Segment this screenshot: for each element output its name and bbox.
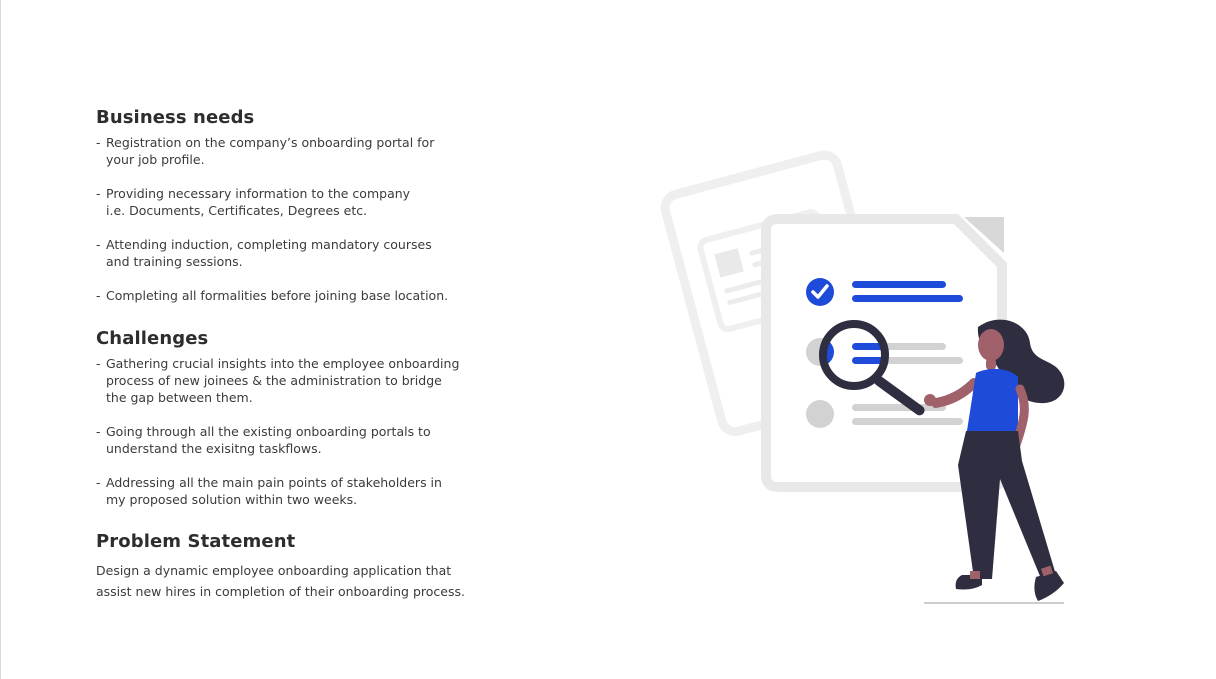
business-needs-item: Registration on the company’s onboarding…	[96, 134, 516, 168]
business-needs-section: Business needs Registration on the compa…	[96, 106, 516, 304]
legs	[958, 431, 1056, 581]
shoe-right	[1034, 571, 1064, 601]
challenges-section: Challenges Gathering crucial insights in…	[96, 327, 516, 508]
left-border-line	[0, 0, 1, 679]
problem-statement-title: Problem Statement	[96, 531, 296, 552]
challenges-item: Going through all the existing onboardin…	[96, 423, 516, 457]
head	[978, 329, 1004, 361]
problem-statement-text: Design a dynamic employee onboarding app…	[96, 563, 465, 599]
business-needs-item: Attending induction, completing mandator…	[96, 236, 516, 270]
ground-line	[924, 602, 1064, 604]
business-needs-title: Business needs	[96, 107, 255, 128]
row-line-placeholder	[852, 418, 963, 425]
onboarding-document-review-illustration	[636, 145, 1070, 611]
hand-front	[924, 394, 936, 406]
business-needs-item: Completing all formalities before joinin…	[96, 287, 516, 304]
illustration-svg	[660, 150, 1065, 604]
ankle-left	[970, 571, 980, 579]
content-panel: Business needs Registration on the compa…	[96, 106, 516, 602]
business-needs-list: Registration on the company’s onboarding…	[96, 134, 516, 304]
challenges-list: Gathering crucial insights into the empl…	[96, 355, 516, 508]
neck	[986, 358, 996, 370]
challenges-item: Gathering crucial insights into the empl…	[96, 355, 516, 406]
challenges-title: Challenges	[96, 328, 209, 349]
row-circle-placeholder	[806, 400, 834, 428]
business-needs-item: Providing necessary information to the c…	[96, 185, 516, 219]
challenges-item: Addressing all the main pain points of s…	[96, 474, 516, 508]
checked-row-line	[852, 295, 963, 302]
problem-statement-section: Problem Statement Design a dynamic emplo…	[96, 530, 516, 602]
checked-row-line	[852, 281, 946, 288]
